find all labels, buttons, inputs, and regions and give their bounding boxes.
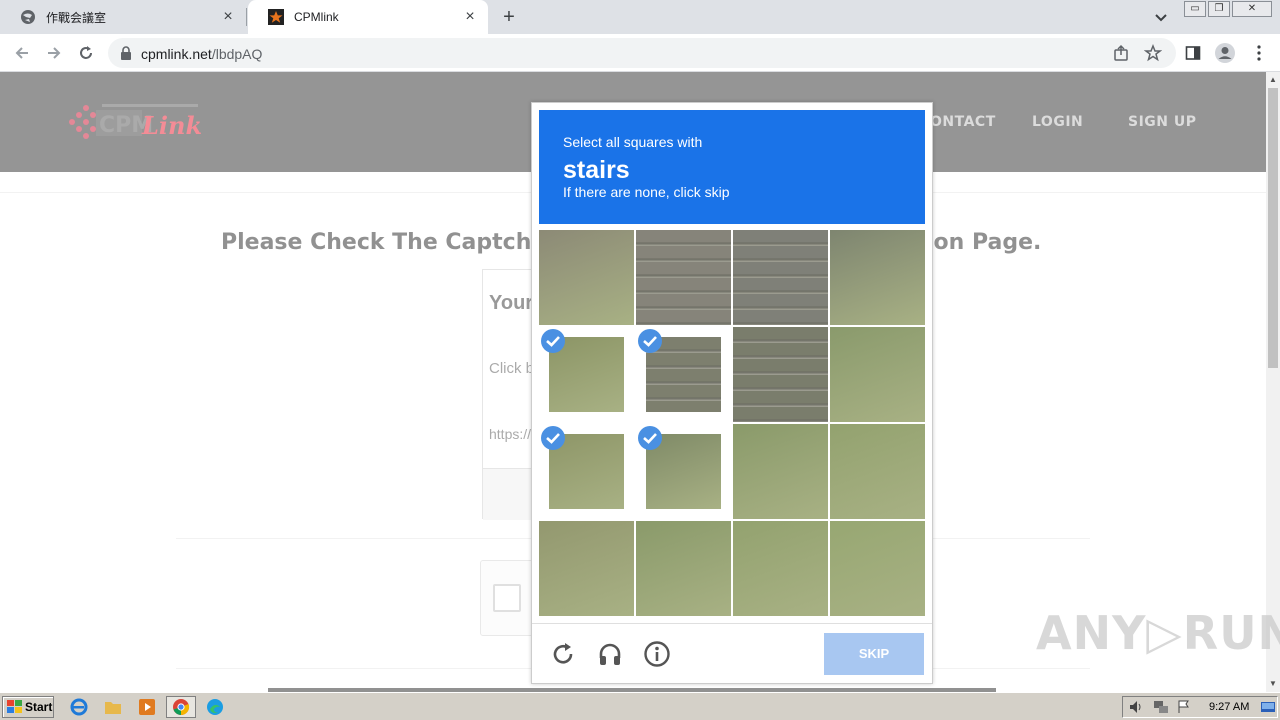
- captcha-tile-image: [830, 424, 925, 519]
- network-icon[interactable]: [1153, 700, 1169, 719]
- captcha-image-grid: [539, 230, 927, 618]
- browser-toolbar: cpmlink.net/lbdpAQ: [0, 34, 1280, 72]
- flag-icon[interactable]: [1177, 700, 1191, 719]
- tile-checkmark-icon: [638, 329, 662, 353]
- show-desktop-icon[interactable]: [1261, 700, 1275, 719]
- captcha-tile-image: [830, 230, 925, 325]
- captcha-tile[interactable]: [830, 521, 925, 616]
- windows-logo-icon: [7, 700, 22, 713]
- scroll-up-arrow-icon[interactable]: ▲: [1269, 76, 1277, 84]
- edge-icon[interactable]: [204, 697, 226, 717]
- captcha-challenge: Select all squares with stairs If there …: [531, 102, 933, 684]
- clock: 9:27 AM: [1209, 701, 1250, 713]
- captcha-tile[interactable]: [539, 424, 634, 519]
- reload-icon[interactable]: [549, 640, 577, 668]
- explorer-folder-icon[interactable]: [102, 697, 124, 717]
- start-label: Start: [25, 700, 53, 714]
- captcha-tile-image: [636, 230, 731, 325]
- lock-icon[interactable]: [120, 46, 132, 65]
- address-bar[interactable]: cpmlink.net/lbdpAQ: [108, 38, 1176, 68]
- captcha-tile[interactable]: [636, 230, 731, 325]
- captcha-tile[interactable]: [636, 521, 731, 616]
- captcha-tile[interactable]: [636, 327, 731, 422]
- forward-arrow-icon[interactable]: [42, 41, 66, 65]
- captcha-tile[interactable]: [733, 230, 828, 325]
- audio-headphones-icon[interactable]: [596, 640, 624, 668]
- windows-taskbar: Start 9:27 AM: [0, 692, 1280, 720]
- captcha-tile[interactable]: [539, 521, 634, 616]
- captcha-header: Select all squares with stairs If there …: [539, 110, 925, 224]
- captcha-tile[interactable]: [539, 327, 634, 422]
- scroll-down-arrow-icon[interactable]: ▼: [1269, 680, 1277, 688]
- tile-checkmark-icon: [541, 426, 565, 450]
- ie-icon[interactable]: [68, 697, 90, 717]
- captcha-tile-image: [733, 424, 828, 519]
- chrome-icon[interactable]: [166, 696, 196, 718]
- info-icon[interactable]: [643, 640, 671, 668]
- captcha-hint: If there are none, click skip: [563, 184, 730, 200]
- tab-separator: [246, 8, 247, 26]
- tab-strip: 作戰会議室 × CPMlink × + ▭ ❐ ✕: [0, 0, 1280, 34]
- share-icon[interactable]: [1112, 44, 1130, 62]
- captcha-tile[interactable]: [636, 424, 731, 519]
- close-tab-1-icon[interactable]: ×: [220, 9, 236, 25]
- anyrun-watermark: ANY▷RUN: [1036, 606, 1280, 660]
- divider: [532, 623, 932, 624]
- cpmlink-favicon-icon: [268, 9, 284, 25]
- captcha-tile-image: [733, 521, 828, 616]
- captcha-tile[interactable]: [733, 327, 828, 422]
- captcha-tile[interactable]: [733, 424, 828, 519]
- scroll-thumb[interactable]: [1268, 88, 1278, 368]
- tab-2[interactable]: CPMlink ×: [248, 0, 488, 34]
- captcha-instruction: Select all squares with: [563, 134, 703, 150]
- tile-checkmark-icon: [638, 426, 662, 450]
- captcha-tile[interactable]: [830, 230, 925, 325]
- bookmark-star-icon[interactable]: [1143, 43, 1163, 62]
- close-window-button[interactable]: ✕: [1232, 1, 1272, 17]
- system-tray: 9:27 AM: [1122, 696, 1278, 718]
- skip-button[interactable]: SKIP: [824, 633, 924, 675]
- url-text: cpmlink.net/lbdpAQ: [141, 46, 263, 62]
- start-button[interactable]: Start: [2, 696, 54, 718]
- tab-search-chevron-icon[interactable]: [1152, 8, 1170, 26]
- page-scrollbar[interactable]: ▲ ▼: [1266, 72, 1280, 692]
- close-tab-2-icon[interactable]: ×: [462, 9, 478, 25]
- captcha-tile[interactable]: [830, 327, 925, 422]
- media-player-icon[interactable]: [136, 697, 158, 717]
- reload-icon[interactable]: [74, 41, 98, 65]
- volume-icon[interactable]: [1129, 700, 1145, 719]
- profile-avatar-icon[interactable]: [1214, 42, 1236, 64]
- back-arrow-icon[interactable]: [10, 41, 34, 65]
- captcha-tile-image: [636, 521, 731, 616]
- menu-kebab-icon[interactable]: [1248, 42, 1270, 64]
- captcha-tile[interactable]: [733, 521, 828, 616]
- captcha-tile-image: [733, 230, 828, 325]
- captcha-tile-image: [830, 327, 925, 422]
- tab-2-title: CPMlink: [294, 10, 339, 24]
- captcha-tile-image: [830, 521, 925, 616]
- globe-icon: [20, 9, 36, 25]
- restore-button[interactable]: ❐: [1208, 1, 1230, 17]
- captcha-tile-image: [733, 327, 828, 422]
- captcha-keyword: stairs: [563, 156, 630, 184]
- side-panel-icon[interactable]: [1182, 42, 1204, 64]
- tab-1[interactable]: 作戰会議室 ×: [0, 0, 246, 34]
- minimize-button[interactable]: ▭: [1184, 1, 1206, 17]
- tile-checkmark-icon: [541, 329, 565, 353]
- tab-1-title: 作戰会議室: [46, 10, 107, 25]
- captcha-tile-image: [539, 521, 634, 616]
- captcha-tile[interactable]: [539, 230, 634, 325]
- captcha-tile-image: [539, 230, 634, 325]
- captcha-tile[interactable]: [830, 424, 925, 519]
- new-tab-button[interactable]: +: [498, 6, 520, 28]
